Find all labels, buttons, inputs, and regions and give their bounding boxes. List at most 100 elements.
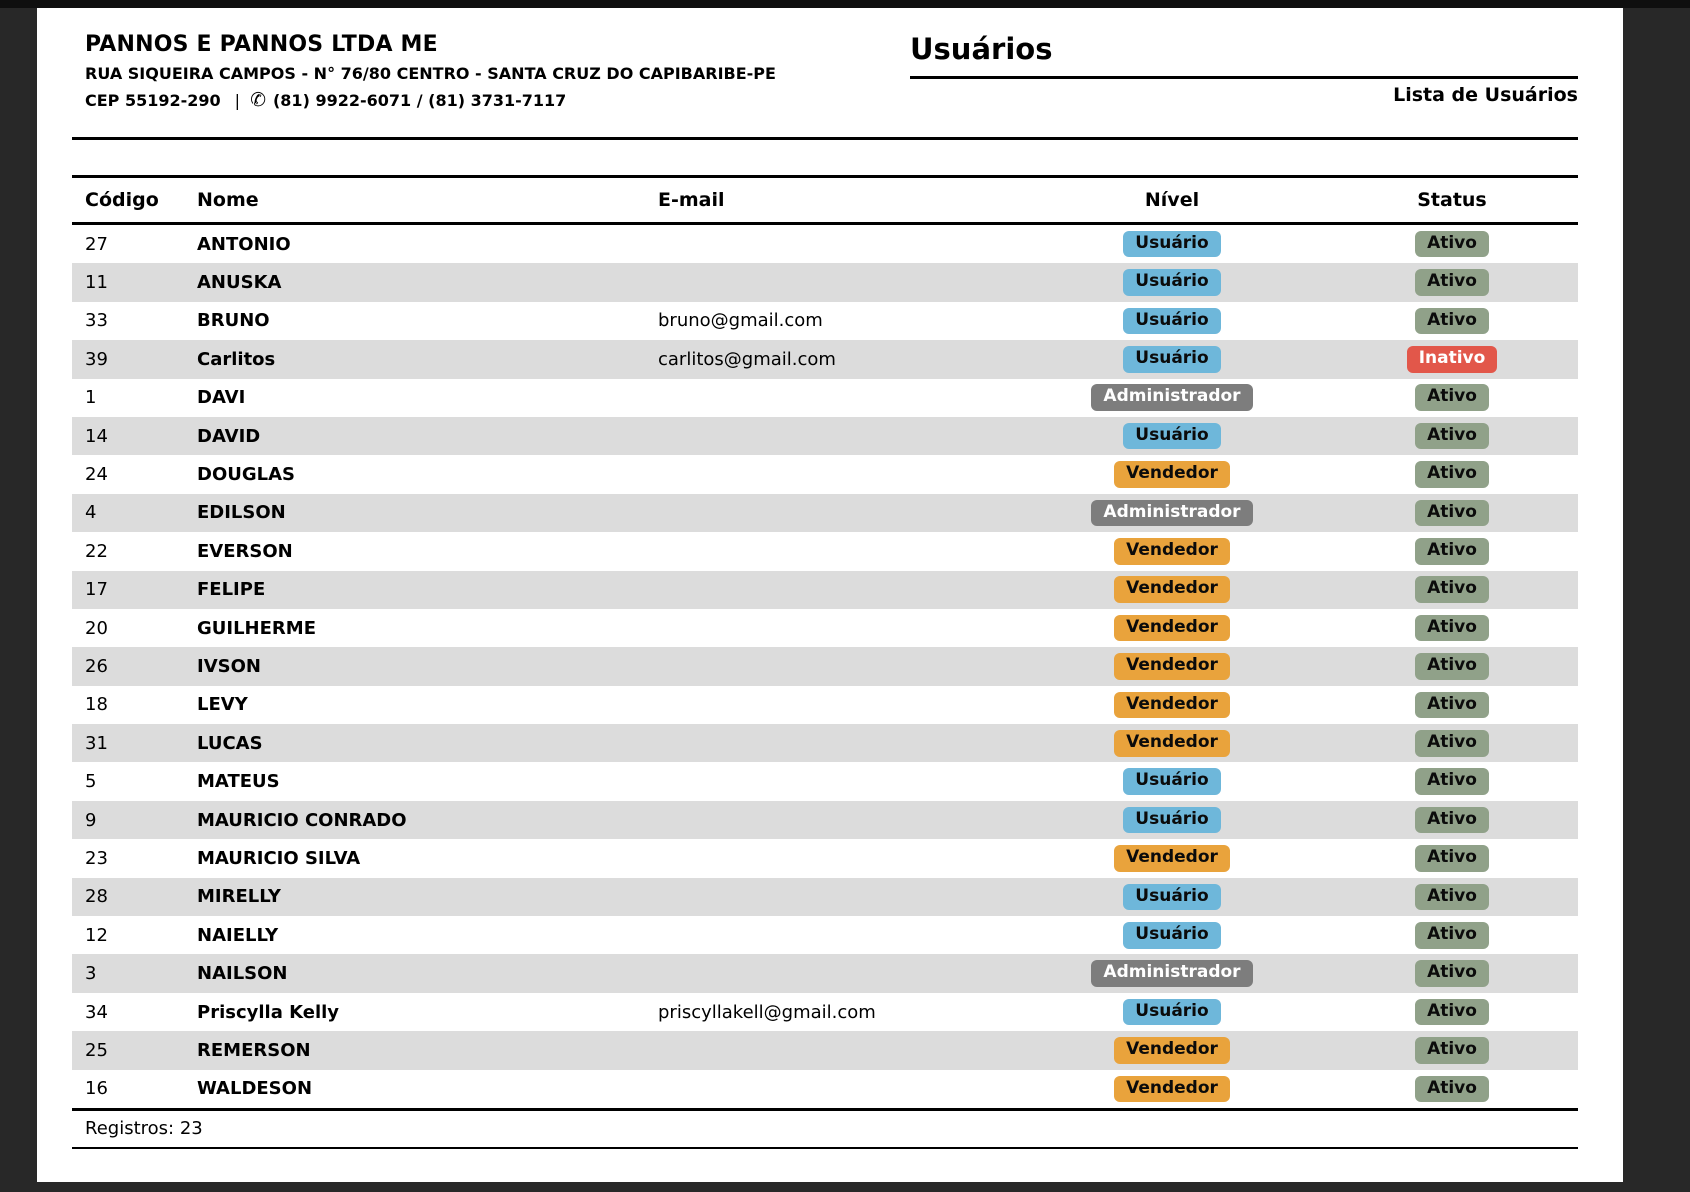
status-badge: Ativo: [1415, 423, 1489, 450]
cell-nivel: Vendedor: [1002, 576, 1342, 603]
table-row: 14DAVIDUsuárioAtivo: [72, 417, 1578, 455]
cell-codigo: 27: [72, 234, 197, 255]
table-footer: Registros: 23: [72, 1108, 1578, 1149]
cell-nome: MAURICIO CONRADO: [197, 810, 658, 831]
table-row: 16WALDESONVendedorAtivo: [72, 1070, 1578, 1108]
status-badge: Ativo: [1415, 692, 1489, 719]
nivel-badge: Vendedor: [1114, 1037, 1230, 1064]
nivel-badge: Usuário: [1123, 423, 1220, 450]
cell-status: Ativo: [1342, 768, 1562, 795]
phone-icon: ✆: [250, 89, 266, 111]
status-badge: Ativo: [1415, 999, 1489, 1026]
cell-status: Ativo: [1342, 1076, 1562, 1103]
nivel-badge: Usuário: [1123, 308, 1220, 335]
cell-nivel: Vendedor: [1002, 1076, 1342, 1103]
cell-nivel: Vendedor: [1002, 615, 1342, 642]
nivel-badge: Vendedor: [1114, 730, 1230, 757]
status-badge: Ativo: [1415, 922, 1489, 949]
cell-nivel: Usuário: [1002, 922, 1342, 949]
cell-nome: IVSON: [197, 656, 658, 677]
cell-status: Ativo: [1342, 807, 1562, 834]
cell-nome: MAURICIO SILVA: [197, 848, 658, 869]
cell-nome: MIRELLY: [197, 886, 658, 907]
status-badge: Ativo: [1415, 884, 1489, 911]
users-table: Código Nome E-mail Nível Status 27ANTONI…: [72, 175, 1578, 1149]
cell-nivel: Usuário: [1002, 231, 1342, 258]
cell-status: Ativo: [1342, 730, 1562, 757]
cell-nome: MATEUS: [197, 771, 658, 792]
table-header-row: Código Nome E-mail Nível Status: [72, 178, 1578, 225]
cell-nivel: Administrador: [1002, 384, 1342, 411]
cell-codigo: 33: [72, 310, 197, 331]
nivel-badge: Vendedor: [1114, 845, 1230, 872]
cell-email: priscyllakell@gmail.com: [658, 1002, 1002, 1023]
cell-status: Inativo: [1342, 346, 1562, 373]
nivel-badge: Usuário: [1123, 999, 1220, 1026]
table-row: 31LUCASVendedorAtivo: [72, 724, 1578, 762]
cell-codigo: 16: [72, 1078, 197, 1099]
status-badge: Ativo: [1415, 461, 1489, 488]
cell-nivel: Administrador: [1002, 500, 1342, 527]
table-row: 34Priscylla Kellypriscyllakell@gmail.com…: [72, 993, 1578, 1031]
header-divider: [72, 137, 1578, 140]
cell-status: Ativo: [1342, 308, 1562, 335]
cell-status: Ativo: [1342, 653, 1562, 680]
nivel-badge: Vendedor: [1114, 1076, 1230, 1103]
cell-nivel: Vendedor: [1002, 653, 1342, 680]
cell-codigo: 11: [72, 272, 197, 293]
cell-codigo: 24: [72, 464, 197, 485]
cell-codigo: 39: [72, 349, 197, 370]
cell-email: bruno@gmail.com: [658, 310, 1002, 331]
cell-codigo: 22: [72, 541, 197, 562]
cell-codigo: 25: [72, 1040, 197, 1061]
cell-nivel: Vendedor: [1002, 692, 1342, 719]
cell-nivel: Usuário: [1002, 807, 1342, 834]
nivel-badge: Usuário: [1123, 884, 1220, 911]
status-badge: Ativo: [1415, 845, 1489, 872]
cell-nome: Priscylla Kelly: [197, 1002, 658, 1023]
table-row: 11ANUSKA UsuárioAtivo: [72, 263, 1578, 301]
cell-status: Ativo: [1342, 423, 1562, 450]
nivel-badge: Vendedor: [1114, 538, 1230, 565]
cell-nivel: Usuário: [1002, 269, 1342, 296]
separator: |: [235, 91, 240, 110]
table-body: 27ANTONIOUsuárioAtivo11ANUSKAUsuárioAtiv…: [72, 225, 1578, 1108]
nivel-badge: Vendedor: [1114, 461, 1230, 488]
cell-status: Ativo: [1342, 384, 1562, 411]
table-row: 3NAILSONAdministradorAtivo: [72, 954, 1578, 992]
cell-status: Ativo: [1342, 845, 1562, 872]
cell-nome: ANUSKA: [197, 272, 658, 293]
cell-codigo: 31: [72, 733, 197, 754]
records-count: Registros: 23: [85, 1118, 203, 1139]
nivel-badge: Vendedor: [1114, 653, 1230, 680]
cell-status: Ativo: [1342, 231, 1562, 258]
nivel-badge: Vendedor: [1114, 615, 1230, 642]
cell-nivel: Usuário: [1002, 999, 1342, 1026]
status-badge: Ativo: [1415, 730, 1489, 757]
cell-status: Ativo: [1342, 461, 1562, 488]
nivel-badge: Administrador: [1091, 384, 1252, 411]
cell-nivel: Usuário: [1002, 423, 1342, 450]
table-row: 27ANTONIOUsuárioAtivo: [72, 225, 1578, 263]
cell-nivel: Administrador: [1002, 960, 1342, 987]
status-badge: Ativo: [1415, 384, 1489, 411]
table-row: 23MAURICIO SILVAVendedorAtivo: [72, 839, 1578, 877]
nivel-badge: Administrador: [1091, 500, 1252, 527]
table-row: 33BRUNObruno@gmail.comUsuárioAtivo: [72, 302, 1578, 340]
cell-status: Ativo: [1342, 692, 1562, 719]
company-contact: CEP 55192-290 | ✆ (81) 9922-6071 / (81) …: [85, 89, 776, 111]
table-row: 20GUILHERMEVendedorAtivo: [72, 609, 1578, 647]
report-page: PANNOS E PANNOS LTDA ME RUA SIQUEIRA CAM…: [37, 8, 1623, 1182]
cell-nivel: Vendedor: [1002, 538, 1342, 565]
company-address: RUA SIQUEIRA CAMPOS - N° 76/80 CENTRO - …: [85, 64, 776, 83]
cell-status: Ativo: [1342, 1037, 1562, 1064]
cell-codigo: 3: [72, 963, 197, 984]
status-badge: Ativo: [1415, 538, 1489, 565]
cell-status: Ativo: [1342, 500, 1562, 527]
report-viewer: { "company": { "name": "PANNOS E PANNOS …: [0, 0, 1690, 1192]
table-row: 1DAVIAdministradorAtivo: [72, 379, 1578, 417]
cell-codigo: 17: [72, 579, 197, 600]
cell-status: Ativo: [1342, 269, 1562, 296]
cell-status: Ativo: [1342, 884, 1562, 911]
cell-nivel: Vendedor: [1002, 845, 1342, 872]
